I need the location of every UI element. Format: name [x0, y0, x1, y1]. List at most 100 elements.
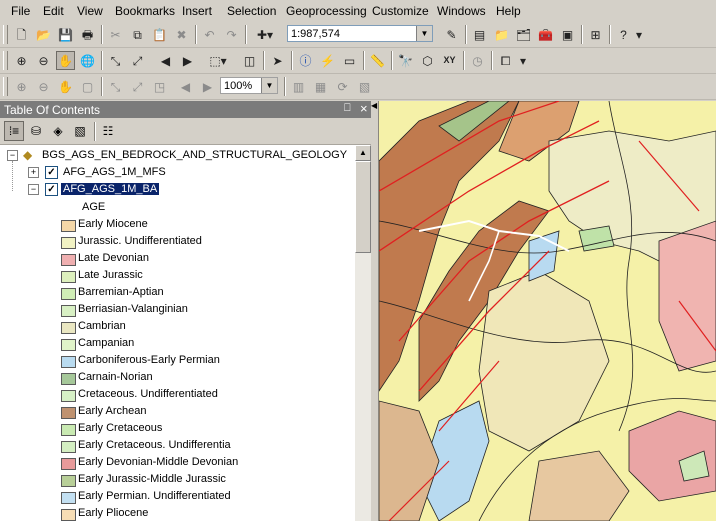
- legend-swatch[interactable]: [61, 339, 76, 351]
- layout-back-icon[interactable]: ◀: [176, 77, 195, 96]
- model-icon[interactable]: ⊞: [586, 25, 605, 44]
- undo-icon[interactable]: ↶: [200, 25, 219, 44]
- open-icon[interactable]: 📂: [34, 25, 53, 44]
- create-viewer-icon[interactable]: ⧠: [496, 51, 515, 70]
- layout-pan-icon[interactable]: ✋: [56, 77, 75, 96]
- chevron-down-icon[interactable]: ▼: [261, 78, 277, 93]
- layout-zoom-combo[interactable]: 100% ▼: [220, 77, 278, 94]
- focus-data-frame-icon[interactable]: ▦: [311, 77, 330, 96]
- legend-swatch[interactable]: [61, 458, 76, 470]
- toolbar-grip[interactable]: [3, 51, 8, 70]
- legend-swatch[interactable]: [61, 390, 76, 402]
- legend-swatch[interactable]: [61, 492, 76, 504]
- menu-help[interactable]: Help: [496, 4, 521, 18]
- legend-swatch[interactable]: [61, 356, 76, 368]
- collapse-icon[interactable]: −: [7, 150, 18, 161]
- save-icon[interactable]: 💾: [56, 25, 75, 44]
- legend-swatch[interactable]: [61, 407, 76, 419]
- toolbox-icon[interactable]: 🧰: [536, 25, 555, 44]
- legend-swatch[interactable]: [61, 220, 76, 232]
- fixed-zoom-out-icon[interactable]: ⤢: [128, 51, 147, 70]
- list-by-selection-icon[interactable]: ▧: [70, 121, 90, 141]
- list-by-source-icon[interactable]: ⛁: [26, 121, 46, 141]
- menu-edit[interactable]: Edit: [43, 4, 64, 18]
- select-features-icon[interactable]: ⬚▾: [205, 51, 231, 70]
- layer2-visibility-checkbox[interactable]: ✓: [45, 183, 58, 196]
- zoom-100-icon[interactable]: ◳: [150, 77, 169, 96]
- change-layout-icon[interactable]: ⟳: [333, 77, 352, 96]
- menu-view[interactable]: View: [77, 4, 103, 18]
- legend-swatch[interactable]: [61, 288, 76, 300]
- legend-swatch[interactable]: [61, 254, 76, 266]
- redo-icon[interactable]: ↷: [222, 25, 241, 44]
- layout-zoom-out-icon[interactable]: ⊖: [34, 77, 53, 96]
- clear-selection-icon[interactable]: ◫: [240, 51, 259, 70]
- legend-swatch[interactable]: [61, 441, 76, 453]
- root-layer-name[interactable]: BGS_AGS_EN_BEDROCK_AND_STRUCTURAL_GEOLOG…: [42, 149, 347, 161]
- full-extent-icon[interactable]: 🌐: [78, 51, 97, 70]
- select-elements-icon[interactable]: ➤: [268, 51, 287, 70]
- help-icon[interactable]: ?: [614, 25, 633, 44]
- legend-swatch[interactable]: [61, 373, 76, 385]
- scroll-thumb[interactable]: [355, 161, 371, 253]
- toolbar-grip[interactable]: [3, 25, 8, 44]
- legend-swatch[interactable]: [61, 475, 76, 487]
- layout-fixed-zoom-out-icon[interactable]: ⤢: [128, 77, 147, 96]
- list-by-drawing-order-icon[interactable]: ⁞≡: [4, 121, 24, 141]
- paste-icon[interactable]: 📋: [150, 25, 169, 44]
- collapse-icon[interactable]: −: [28, 184, 39, 195]
- layout-fixed-zoom-in-icon[interactable]: ⤡: [106, 77, 125, 96]
- cut-icon[interactable]: ✂: [106, 25, 125, 44]
- find-icon[interactable]: 🔭: [396, 51, 415, 70]
- close-icon[interactable]: ×: [360, 101, 368, 116]
- toolbar-options-icon[interactable]: ▾: [518, 51, 528, 70]
- table-icon[interactable]: ▤: [470, 25, 489, 44]
- legend-swatch[interactable]: [61, 322, 76, 334]
- pane-splitter[interactable]: ◀: [371, 101, 379, 521]
- layer1-visibility-checkbox[interactable]: ✓: [45, 166, 58, 179]
- layout-zoom-in-icon[interactable]: ⊕: [12, 77, 31, 96]
- legend-swatch[interactable]: [61, 237, 76, 249]
- menu-geoprocessing[interactable]: Geoprocessing: [286, 4, 367, 18]
- measure-icon[interactable]: 📏: [368, 51, 387, 70]
- arcmap-icon[interactable]: 🗂: [514, 25, 533, 44]
- map-view[interactable]: [379, 101, 716, 521]
- time-slider-icon[interactable]: ◷: [468, 51, 487, 70]
- catalog-icon[interactable]: 📁: [492, 25, 511, 44]
- menu-insert[interactable]: Insert: [182, 4, 212, 18]
- add-data-icon[interactable]: ✚▾: [250, 25, 280, 44]
- legend-swatch[interactable]: [61, 305, 76, 317]
- menu-windows[interactable]: Windows: [437, 4, 486, 18]
- list-by-visibility-icon[interactable]: ◈: [48, 121, 68, 141]
- layout-forward-icon[interactable]: ▶: [198, 77, 217, 96]
- zoom-out-icon[interactable]: ⊖: [34, 51, 53, 70]
- toolbar-options-icon[interactable]: ▾: [634, 25, 644, 44]
- menu-bookmarks[interactable]: Bookmarks: [115, 4, 175, 18]
- python-icon[interactable]: ▣: [558, 25, 577, 44]
- data-driven-pages-icon[interactable]: ▧: [355, 77, 374, 96]
- print-icon[interactable]: 🖶: [78, 25, 97, 44]
- find-route-icon[interactable]: ⬡: [418, 51, 437, 70]
- delete-icon[interactable]: ✖: [172, 25, 191, 44]
- toolbar-grip[interactable]: [3, 77, 8, 96]
- legend-swatch[interactable]: [61, 424, 76, 436]
- toggle-draft-icon[interactable]: ▥: [289, 77, 308, 96]
- hyperlink-icon[interactable]: ⚡: [318, 51, 337, 70]
- pin-icon[interactable]: ⎕: [344, 102, 351, 115]
- expand-icon[interactable]: +: [28, 167, 39, 178]
- go-to-xy-icon[interactable]: XY: [440, 51, 459, 70]
- options-icon[interactable]: ☷: [98, 121, 118, 141]
- chevron-left-icon[interactable]: ◀: [371, 101, 377, 110]
- layer2-name[interactable]: AFG_AGS_1M_BA: [61, 183, 160, 195]
- scroll-up-icon[interactable]: ▲: [355, 145, 371, 161]
- layer1-name[interactable]: AFG_AGS_1M_MFS: [63, 166, 166, 178]
- zoom-whole-page-icon[interactable]: ▢: [78, 77, 97, 96]
- legend-swatch[interactable]: [61, 271, 76, 283]
- toc-scrollbar[interactable]: ▲: [355, 145, 371, 521]
- back-icon[interactable]: ◀: [156, 51, 175, 70]
- fixed-zoom-in-icon[interactable]: ⤡: [106, 51, 125, 70]
- menu-selection[interactable]: Selection: [227, 4, 276, 18]
- menu-file[interactable]: File: [11, 4, 30, 18]
- menu-customize[interactable]: Customize: [372, 4, 429, 18]
- editor-icon[interactable]: ✎: [442, 25, 461, 44]
